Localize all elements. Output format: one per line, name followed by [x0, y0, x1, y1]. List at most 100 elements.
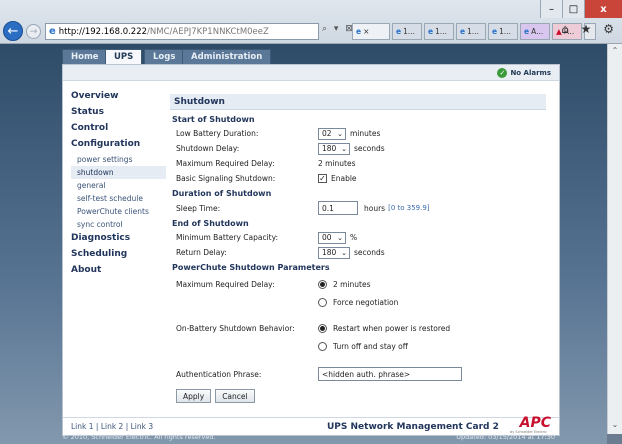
close-window-button[interactable]: x — [584, 0, 622, 18]
basic-signal-label: Basic Signaling Shutdown: — [176, 174, 276, 183]
low-battery-label: Low Battery Duration: — [176, 129, 259, 138]
pc-max-delay-row: Maximum Required Delay: 2 minutes — [170, 277, 546, 292]
sidebar-item-control[interactable]: Control — [71, 121, 166, 137]
radio-turn-off-label[interactable]: Turn off and stay off — [333, 342, 408, 351]
sidebar-item-overview[interactable]: Overview — [71, 89, 166, 105]
alarm-status-text[interactable]: No Alarms — [510, 69, 551, 77]
address-bar[interactable]: e http://192.168.0.222/NMC/AEPJ7KP1NNKCt… — [45, 23, 319, 40]
window-controls: – □ x — [540, 0, 622, 18]
url-path: /NMC/AEPJ7KP1NNKCtM0eeZ — [147, 26, 269, 37]
vertical-scrollbar[interactable]: ⌃ ⌄ — [607, 44, 622, 434]
section-start-of-shutdown: Start of Shutdown — [172, 115, 255, 124]
apc-logo[interactable]: APC — [520, 415, 551, 431]
browser-tab[interactable]: e 1... — [424, 23, 454, 40]
alarm-status-bar: ✓ No Alarms — [63, 65, 559, 81]
form-buttons: Apply Cancel — [170, 388, 546, 404]
pc-max-delay-label: Maximum Required Delay: — [176, 280, 275, 289]
auth-phrase-input[interactable]: <hidden auth. phrase> — [318, 367, 462, 381]
sidebar-item-status[interactable]: Status — [71, 105, 166, 121]
low-battery-unit: minutes — [350, 129, 381, 138]
ie-logo-icon: e — [49, 26, 56, 37]
footer-link-3[interactable]: Link 3 — [131, 422, 154, 431]
browser-tab[interactable]: e 1... — [488, 23, 518, 40]
shutdown-delay-row: Shutdown Delay: 180 ⌄ seconds — [170, 141, 546, 156]
browser-tab-active[interactable]: e × — [352, 23, 390, 40]
top-nav: Home UPS Logs Administration — [62, 44, 560, 64]
browser-tab[interactable]: e 1... — [392, 23, 422, 40]
low-battery-select[interactable]: 02 ⌄ — [318, 127, 346, 140]
return-delay-select[interactable]: 180 ⌄ — [318, 246, 350, 259]
radio-force-negotiation-label[interactable]: Force negotiation — [333, 298, 398, 307]
shutdown-delay-select[interactable]: 180 ⌄ — [318, 142, 350, 155]
chevron-down-icon: ⌄ — [341, 144, 347, 153]
sidebar: Overview Status Control Configuration po… — [71, 89, 166, 279]
sidebar-item-scheduling[interactable]: Scheduling — [71, 247, 166, 263]
nav-tab-ups[interactable]: UPS — [105, 49, 143, 64]
pc-max-delay-row-2: Force negotiation — [170, 295, 546, 310]
cancel-button[interactable]: Cancel — [215, 389, 255, 403]
sleep-time-hint: [0 to 359.9] — [388, 204, 430, 212]
web-page: Home UPS Logs Administration ✓ No Alarms… — [0, 44, 607, 444]
browser-chrome: – □ x ← → e http://192.168.0.222/NMC/AEP… — [0, 0, 622, 44]
sidebar-subitem-self-test-schedule[interactable]: self-test schedule — [71, 192, 166, 205]
nav-tab-logs[interactable]: Logs — [144, 49, 185, 64]
sleep-time-label: Sleep Time: — [176, 203, 221, 213]
min-battery-row: Minimum Battery Capacity: 00 ⌄ % — [170, 230, 546, 245]
copyright-text: © 2010, Schneider Electric. All rights r… — [62, 433, 216, 441]
onbatt-row-2: Turn off and stay off — [170, 339, 546, 354]
enable-checkbox-label[interactable]: Enable — [331, 174, 357, 183]
sidebar-subitem-shutdown[interactable]: shutdown — [71, 166, 166, 179]
radio-restart[interactable] — [318, 324, 327, 333]
maximize-button[interactable]: □ — [562, 0, 584, 18]
onbatt-row: On-Battery Shutdown Behavior: Restart wh… — [170, 321, 546, 336]
enable-checkbox[interactable]: ✓ — [318, 174, 327, 183]
ie-tab-icon: e — [396, 27, 402, 36]
sidebar-subitem-powerchute-clients[interactable]: PowerChute clients — [71, 205, 166, 218]
apply-button[interactable]: Apply — [176, 389, 212, 403]
browser-tab[interactable]: e 1... — [456, 23, 486, 40]
scroll-up-icon[interactable]: ⌃ — [608, 46, 622, 58]
sidebar-subitem-general[interactable]: general — [71, 179, 166, 192]
sidebar-item-configuration[interactable]: Configuration — [71, 137, 166, 153]
radio-force-negotiation[interactable] — [318, 298, 327, 307]
radio-turn-off[interactable] — [318, 342, 327, 351]
nav-tab-administration[interactable]: Administration — [182, 49, 272, 64]
sidebar-item-diagnostics[interactable]: Diagnostics — [71, 231, 166, 247]
return-delay-label: Return Delay: — [176, 248, 227, 257]
sidebar-item-about[interactable]: About — [71, 263, 166, 279]
basic-signal-row: Basic Signaling Shutdown: ✓ Enable — [170, 171, 546, 186]
chevron-down-icon: ⌄ — [341, 248, 347, 257]
minimize-button[interactable]: – — [540, 0, 562, 18]
auth-row: Authentication Phrase: <hidden auth. phr… — [170, 366, 546, 382]
forward-arrow-icon[interactable]: → — [26, 24, 41, 39]
chevron-down-icon: ⌄ — [337, 129, 343, 138]
sidebar-subitem-sync-control[interactable]: sync control — [71, 218, 166, 231]
product-name: UPS Network Management Card 2 — [327, 421, 499, 432]
scroll-down-icon[interactable]: ⌄ — [608, 420, 622, 432]
browser-tab[interactable]: e A... — [520, 23, 550, 40]
radio-2-minutes[interactable] — [318, 280, 327, 289]
sleep-time-input[interactable]: 0.1 — [318, 201, 358, 215]
max-delay-value: 2 minutes — [318, 159, 356, 168]
ie-tab-icon: e — [356, 27, 362, 36]
back-arrow-icon[interactable]: ← — [3, 21, 23, 41]
shutdown-form: Shutdown Start of Shutdown Low Battery D… — [170, 94, 546, 404]
sleep-time-row: Sleep Time: 0.1 hours [0 to 359.9] — [170, 200, 546, 216]
section-duration-of-shutdown: Duration of Shutdown — [172, 189, 272, 198]
browser-right-tools[interactable]: ⌂ ★ ⚙ — [561, 22, 618, 36]
radio-restart-label[interactable]: Restart when power is restored — [333, 324, 450, 333]
min-battery-select[interactable]: 00 ⌄ — [318, 231, 346, 244]
footer-link-1[interactable]: Link 1 — [71, 422, 94, 431]
radio-2-minutes-label[interactable]: 2 minutes — [333, 280, 371, 289]
return-delay-row: Return Delay: 180 ⌄ seconds — [170, 245, 546, 260]
ie-tab-icon: e — [428, 27, 434, 36]
url-host: http://192.168.0.222 — [58, 26, 148, 37]
footer-link-2[interactable]: Link 2 — [101, 422, 124, 431]
sidebar-subitem-power-settings[interactable]: power settings — [71, 153, 166, 166]
nav-tab-home[interactable]: Home — [62, 49, 108, 64]
auth-label: Authentication Phrase: — [176, 369, 262, 379]
onbatt-label: On-Battery Shutdown Behavior: — [176, 324, 295, 333]
browser-tabs: e × e 1... e 1... e 1... e 1... e A... ▲ P... — [352, 23, 596, 40]
shutdown-delay-unit: seconds — [354, 144, 385, 153]
max-delay-row: Maximum Required Delay: 2 minutes — [170, 156, 546, 171]
